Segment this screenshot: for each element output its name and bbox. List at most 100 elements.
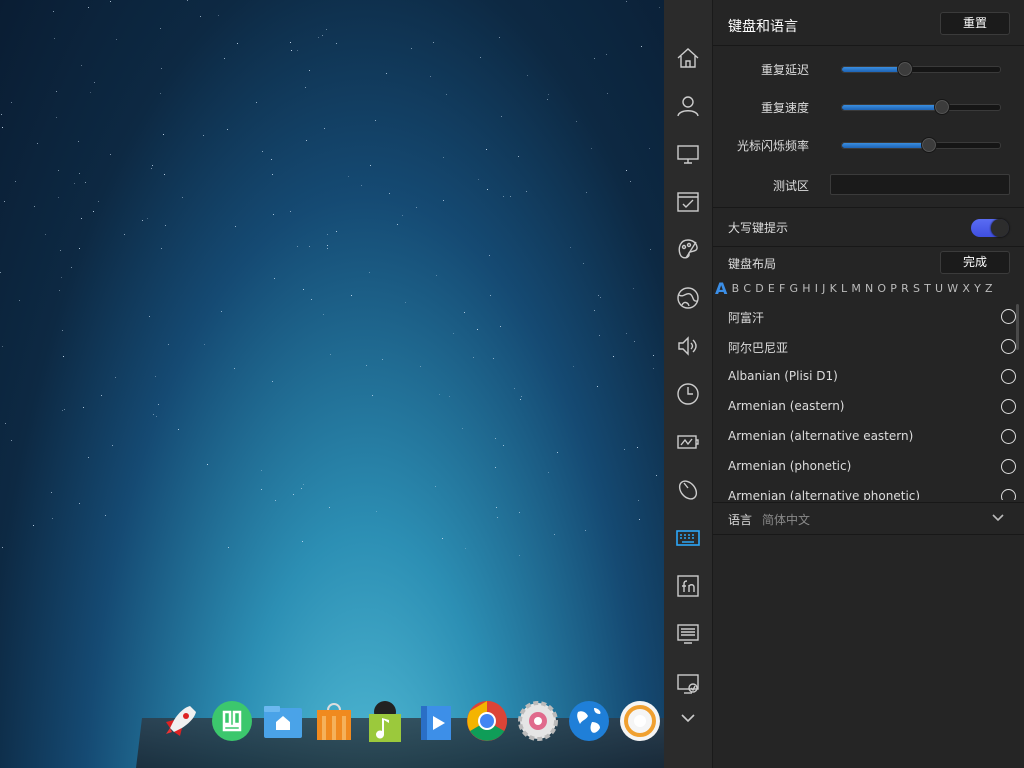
star xyxy=(326,29,327,30)
power-icon[interactable] xyxy=(676,430,700,454)
star xyxy=(302,541,303,542)
alphabet-letter-b[interactable]: B xyxy=(732,282,740,295)
scrollbar[interactable] xyxy=(1016,304,1019,350)
alphabet-letter-d[interactable]: D xyxy=(755,282,763,295)
alphabet-letter-f[interactable]: F xyxy=(779,282,785,295)
star xyxy=(626,333,627,334)
star xyxy=(182,197,183,198)
home-icon[interactable] xyxy=(676,46,700,70)
network-icon[interactable] xyxy=(676,286,700,310)
star xyxy=(52,518,53,519)
test-area-input[interactable] xyxy=(830,174,1010,195)
screen-recorder-icon[interactable] xyxy=(619,700,661,742)
repeat-rate-slider[interactable] xyxy=(841,99,1001,115)
layout-list-item[interactable]: Albanian (Plisi D1) xyxy=(728,362,1016,392)
layout-name: 阿富汗 xyxy=(728,311,765,325)
display-icon[interactable] xyxy=(676,142,700,166)
layout-radio[interactable] xyxy=(1001,339,1016,354)
personalization-icon[interactable] xyxy=(676,238,700,262)
cursor-blink-slider[interactable] xyxy=(841,137,1001,153)
sound-icon[interactable] xyxy=(676,334,700,358)
default-apps-icon[interactable] xyxy=(676,190,700,214)
star xyxy=(147,218,148,219)
alphabet-letter-g[interactable]: G xyxy=(790,282,799,295)
music-icon[interactable] xyxy=(364,700,406,742)
star xyxy=(489,255,490,256)
layout-list-item[interactable]: Armenian (alternative eastern) xyxy=(728,422,1016,452)
cursor-blink-label: 光标闪烁频率 xyxy=(736,139,809,153)
reset-button[interactable]: 重置 xyxy=(940,12,1010,35)
alphabet-letter-a[interactable]: A xyxy=(715,279,727,298)
star xyxy=(433,42,434,43)
slider-handle[interactable] xyxy=(920,137,937,153)
caps-lock-toggle[interactable] xyxy=(971,219,1009,237)
alphabet-letter-k[interactable]: K xyxy=(830,282,837,295)
alphabet-letter-w[interactable]: W xyxy=(947,282,958,295)
repeat-delay-slider[interactable] xyxy=(841,61,1001,77)
account-icon[interactable] xyxy=(676,94,700,118)
chevron-down-icon[interactable] xyxy=(676,706,700,730)
layout-list-item[interactable]: 阿尔巴尼亚 xyxy=(728,332,1016,362)
star xyxy=(85,182,86,183)
alphabet-letter-c[interactable]: C xyxy=(743,282,751,295)
star xyxy=(366,365,367,366)
alphabet-letter-h[interactable]: H xyxy=(802,282,810,295)
control-center-icon[interactable] xyxy=(517,700,559,742)
layout-radio[interactable] xyxy=(1001,399,1016,414)
alphabet-letter-r[interactable]: R xyxy=(901,282,909,295)
alphabet-letter-p[interactable]: P xyxy=(890,282,897,295)
alphabet-letter-y[interactable]: Y xyxy=(974,282,981,295)
time-icon[interactable] xyxy=(676,382,700,406)
file-manager-icon[interactable] xyxy=(262,700,304,742)
done-button[interactable]: 完成 xyxy=(940,251,1010,274)
alphabet-letter-s[interactable]: S xyxy=(913,282,920,295)
layout-list-item[interactable]: Armenian (phonetic) xyxy=(728,452,1016,482)
star xyxy=(526,191,527,192)
hotkey-icon[interactable] xyxy=(676,574,700,598)
star xyxy=(573,366,574,367)
star xyxy=(203,135,204,136)
browser-icon[interactable] xyxy=(568,700,610,742)
alphabet-letter-z[interactable]: Z xyxy=(985,282,993,295)
launcher-icon[interactable] xyxy=(160,700,202,742)
system-info-icon[interactable] xyxy=(676,622,700,646)
star xyxy=(637,447,638,448)
layout-radio[interactable] xyxy=(1001,369,1016,384)
layout-radio[interactable] xyxy=(1001,429,1016,444)
alphabet-letter-n[interactable]: N xyxy=(865,282,873,295)
alphabet-letter-u[interactable]: U xyxy=(935,282,943,295)
layout-radio[interactable] xyxy=(1001,309,1016,324)
star xyxy=(446,94,447,95)
alphabet-letter-t[interactable]: T xyxy=(924,282,931,295)
star xyxy=(405,302,406,303)
alphabet-letter-x[interactable]: X xyxy=(962,282,970,295)
star xyxy=(462,428,463,429)
alphabet-letter-e[interactable]: E xyxy=(768,282,775,295)
keyboard-icon[interactable] xyxy=(676,526,700,550)
alphabet-letter-m[interactable]: M xyxy=(851,282,861,295)
alphabet-letter-i[interactable]: I xyxy=(815,282,818,295)
movie-icon[interactable] xyxy=(415,700,457,742)
star xyxy=(204,344,205,345)
star xyxy=(490,295,491,296)
language-value[interactable]: 简体中文 xyxy=(762,511,810,528)
alphabet-letter-l[interactable]: L xyxy=(841,282,847,295)
slider-handle[interactable] xyxy=(897,61,914,77)
star xyxy=(2,346,3,347)
alphabet-letter-j[interactable]: J xyxy=(822,282,825,295)
layout-list-item[interactable]: Armenian (alternative phonetic) xyxy=(728,482,1016,500)
deepin-store-icon[interactable] xyxy=(211,700,253,742)
star xyxy=(83,407,84,408)
alphabet-letter-o[interactable]: O xyxy=(877,282,886,295)
chevron-down-icon[interactable] xyxy=(990,510,1006,526)
chrome-icon[interactable] xyxy=(466,700,508,742)
update-icon[interactable] xyxy=(676,672,700,696)
slider-handle[interactable] xyxy=(933,99,950,115)
app-store-icon[interactable] xyxy=(313,700,355,742)
layout-list-item[interactable]: 阿富汗 xyxy=(728,302,1016,332)
layout-radio[interactable] xyxy=(1001,459,1016,474)
mouse-icon[interactable] xyxy=(676,478,700,502)
layout-list-item[interactable]: Armenian (eastern) xyxy=(728,392,1016,422)
star xyxy=(33,525,34,526)
layout-radio[interactable] xyxy=(1001,489,1016,500)
